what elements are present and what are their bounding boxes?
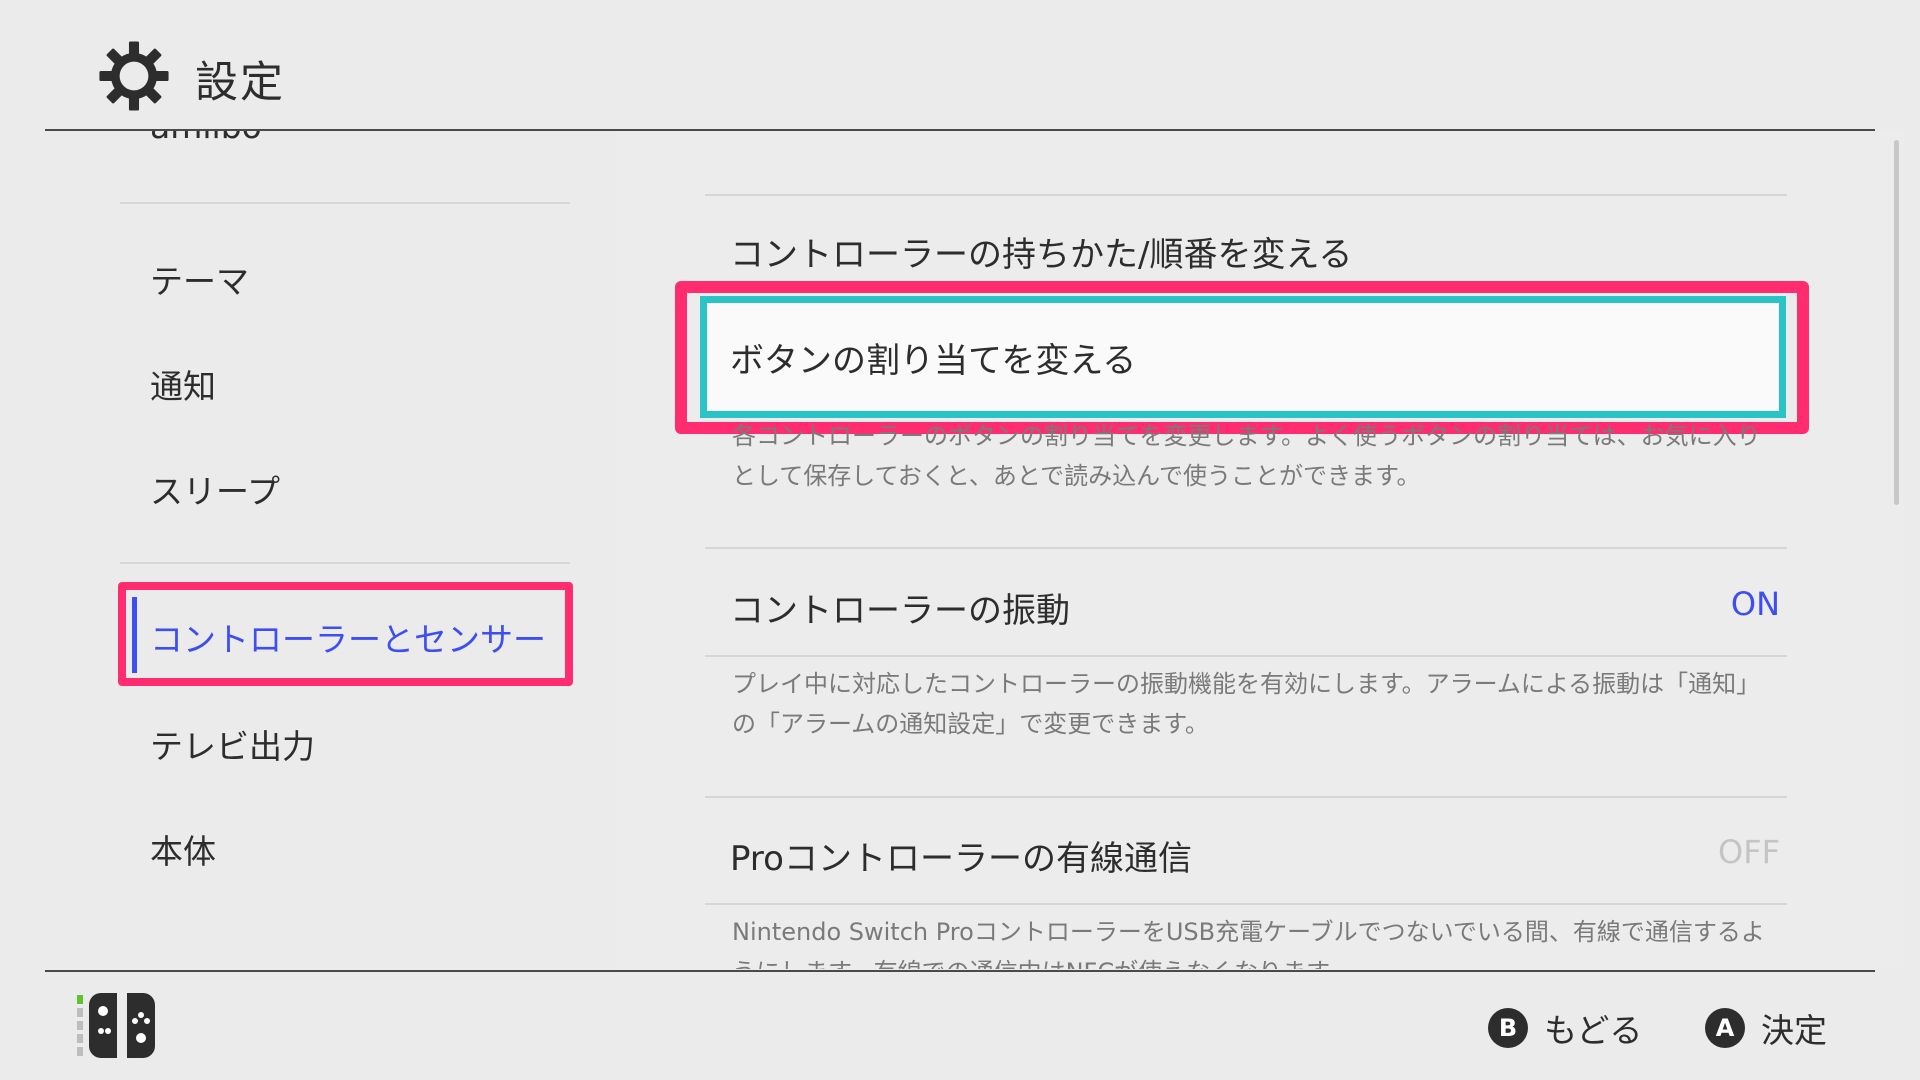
back-label: もどる — [1544, 1011, 1643, 1050]
change-grip-order-item[interactable]: コントローラーの持ちかた/順番を変える — [730, 227, 1352, 276]
sidebar-item-tv-output[interactable]: テレビ出力 — [150, 720, 315, 768]
gear-icon — [99, 41, 169, 111]
b-button-icon: B — [1488, 1008, 1528, 1048]
selected-indicator — [132, 597, 137, 673]
wired-communication-description: Nintendo Switch ProコントローラーをUSB充電ケーブルでつない… — [732, 918, 1765, 969]
item-divider — [705, 194, 1787, 196]
sidebar-item-theme[interactable]: テーマ — [150, 255, 249, 303]
joycon-icon — [77, 993, 155, 1058]
confirm-control[interactable]: A 決定 — [1705, 1006, 1827, 1050]
a-button-icon: A — [1705, 1008, 1745, 1048]
vibration-toggle-value[interactable]: ON — [1731, 585, 1780, 623]
header: 設定 — [0, 0, 1920, 130]
button-mapping-description: 各コントローラーのボタンの割り当てを変更します。よく使うボタンの割り当ては、お気… — [732, 422, 1761, 490]
back-control[interactable]: B もどる — [1488, 1006, 1642, 1050]
vibration-description: プレイ中に対応したコントローラーの振動機能を有効にします。アラームによる振動は「… — [732, 670, 1761, 738]
wired-toggle-value[interactable]: OFF — [1718, 833, 1780, 871]
item-divider — [705, 903, 1787, 905]
sidebar: amiibo テーマ 通知 スリープ コントローラーとセンサー テレビ出力 本体 — [0, 131, 615, 969]
settings-panel: コントローラーの持ちかた/順番を変える ボタンの割り当てを変える 各コントローラ… — [615, 131, 1905, 969]
scrollbar[interactable] — [1894, 140, 1899, 505]
sidebar-item-controllers-sensors[interactable]: コントローラーとセンサー — [150, 613, 546, 661]
pro-controller-wired-label[interactable]: Proコントローラーの有線通信 — [730, 831, 1192, 880]
item-divider — [705, 655, 1787, 657]
sidebar-item-notifications[interactable]: 通知 — [150, 360, 216, 408]
sidebar-divider — [120, 202, 570, 204]
change-button-mapping-label: ボタンの割り当てを変える — [730, 341, 1137, 381]
sidebar-item-amiibo[interactable]: amiibo — [150, 131, 262, 146]
sidebar-item-sleep[interactable]: スリープ — [150, 465, 280, 513]
item-divider — [705, 796, 1787, 798]
confirm-label: 決定 — [1761, 1011, 1827, 1050]
controller-vibration-label[interactable]: コントローラーの振動 — [730, 583, 1070, 632]
sidebar-divider — [120, 562, 570, 564]
sidebar-item-system[interactable]: 本体 — [150, 825, 216, 873]
item-divider — [705, 547, 1787, 549]
page-title: 設定 — [195, 58, 285, 108]
